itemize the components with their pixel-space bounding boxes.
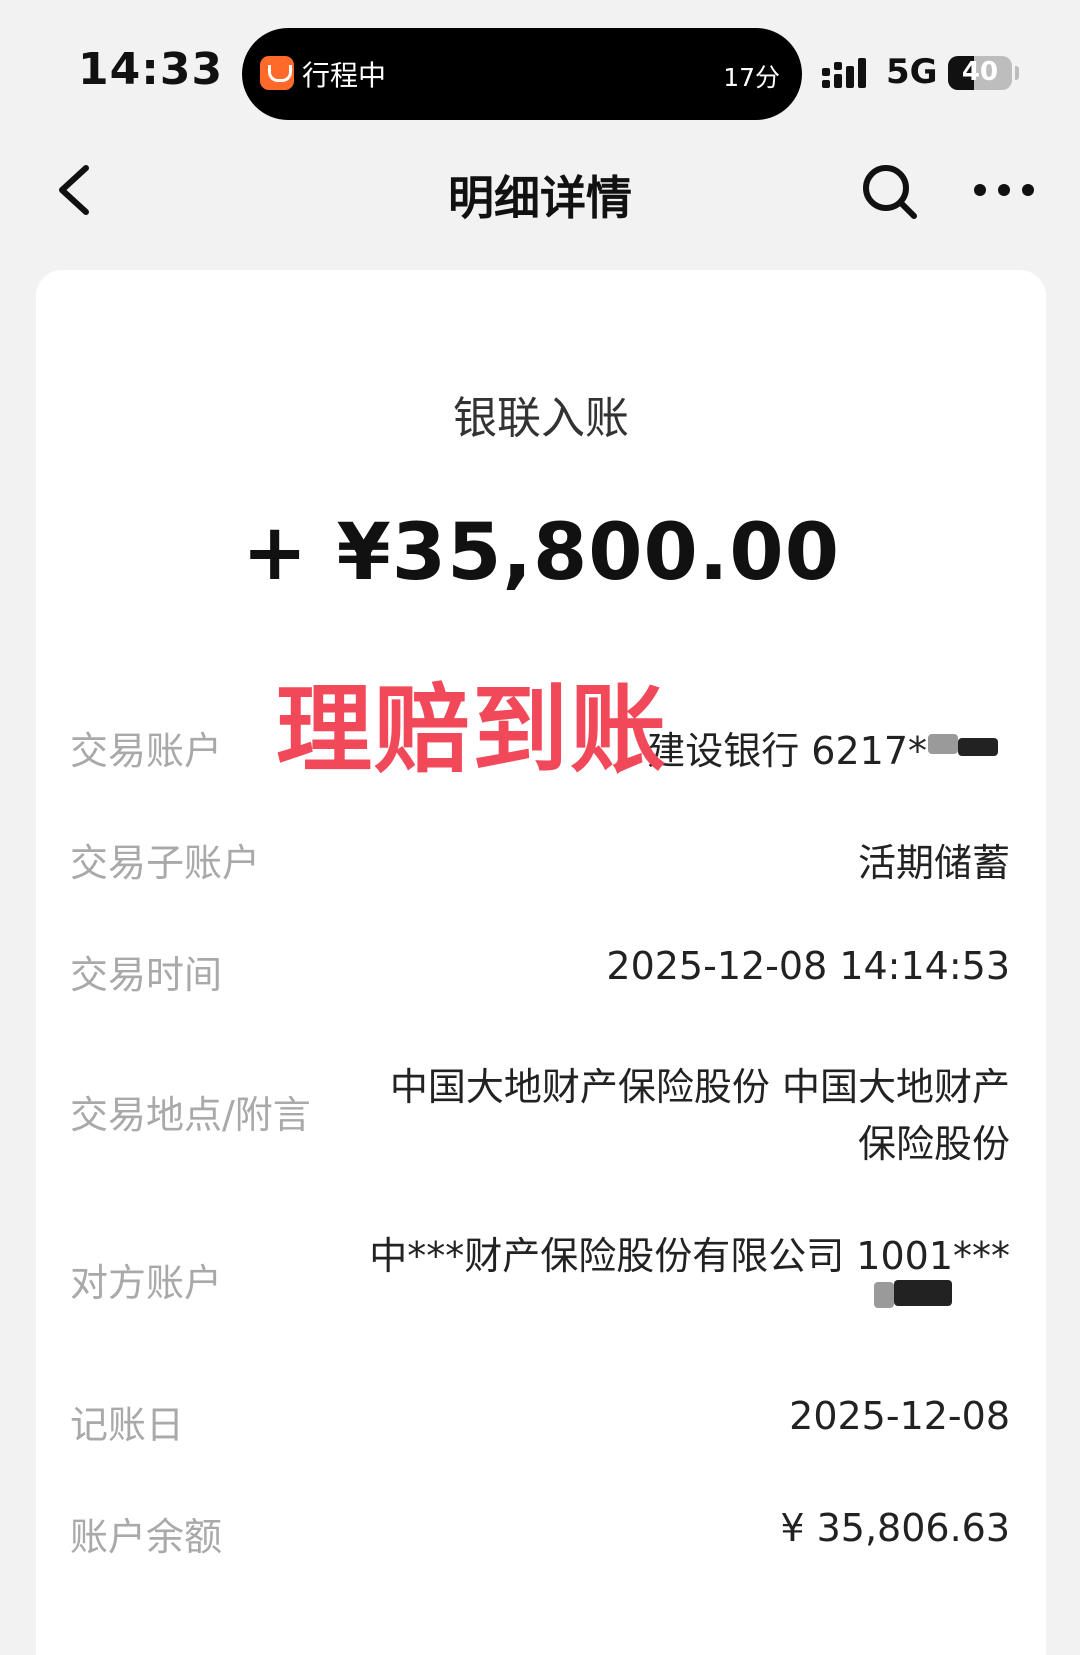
island-trip-time: 17分 bbox=[723, 63, 780, 92]
island-trip-status: 行程中 bbox=[302, 59, 387, 92]
row-value-time: 2025-12-08 14:14:53 bbox=[606, 944, 1010, 988]
more-icon[interactable] bbox=[972, 180, 1036, 200]
row-value-location-line2: 保险股份 bbox=[857, 1122, 1010, 1166]
row-label-counterparty: 对方账户 bbox=[70, 1261, 223, 1305]
row-value-account: 建设银行 6217** bbox=[647, 729, 946, 773]
row-value-counterparty: 中***财产保险股份有限公司 1001*** bbox=[369, 1234, 1010, 1278]
status-time: 14:33 bbox=[78, 44, 224, 95]
search-icon[interactable] bbox=[860, 162, 920, 222]
row-value-balance: ¥ 35,806.63 bbox=[780, 1506, 1010, 1550]
row-label-account: 交易账户 bbox=[70, 729, 223, 773]
battery-icon: 40 bbox=[948, 56, 1012, 90]
row-label-sub-account: 交易子账户 bbox=[70, 841, 261, 885]
row-value-sub-account: 活期储蓄 bbox=[857, 841, 1010, 885]
ride-app-icon bbox=[260, 56, 294, 90]
row-label-balance: 账户余额 bbox=[70, 1515, 223, 1559]
transaction-type: 银联入账 bbox=[453, 393, 629, 444]
claim-stamp-text: 理赔到账 bbox=[276, 674, 668, 786]
redaction-mask bbox=[894, 1280, 952, 1306]
redaction-mask bbox=[928, 734, 958, 754]
battery-tip bbox=[1015, 66, 1019, 80]
dynamic-island[interactable]: 行程中 17分 bbox=[242, 28, 802, 120]
page: 14:33 行程中 17分 5G 40 明细详情 银联入账 + ¥35,800.… bbox=[0, 0, 1080, 1655]
nav-bar: 明细详情 bbox=[0, 140, 1080, 240]
row-value-location-line1: 中国大地财产保险股份 中国大地财产 bbox=[389, 1065, 1010, 1109]
row-value-posting-date: 2025-12-08 bbox=[789, 1394, 1010, 1438]
redaction-mask bbox=[958, 738, 998, 756]
network-type: 5G bbox=[886, 52, 938, 92]
row-label-time: 交易时间 bbox=[70, 953, 223, 997]
row-label-posting-date: 记账日 bbox=[70, 1403, 185, 1447]
signal-icon bbox=[822, 56, 872, 90]
status-bar: 14:33 行程中 17分 5G 40 bbox=[0, 0, 1080, 130]
transaction-amount: + ¥35,800.00 bbox=[242, 508, 840, 598]
row-label-location: 交易地点/附言 bbox=[70, 1093, 311, 1137]
battery-level: 40 bbox=[961, 57, 999, 87]
redaction-mask bbox=[874, 1282, 894, 1308]
transaction-detail-card: 银联入账 + ¥35,800.00 理赔到账 交易账户 建设银行 6217** … bbox=[36, 270, 1046, 1655]
